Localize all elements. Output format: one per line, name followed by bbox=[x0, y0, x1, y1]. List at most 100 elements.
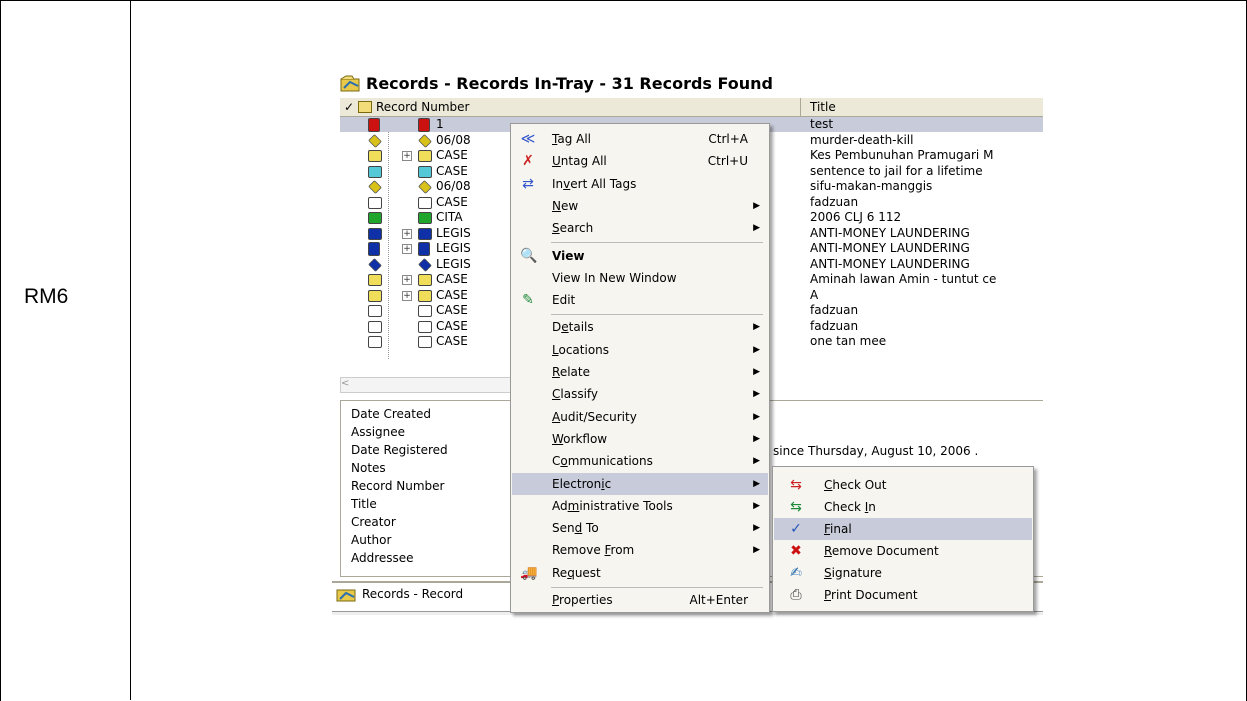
electronic-submenu: ⇆ Check Out ⇆ Check In ✓ Final ✖ Remove Documen… bbox=[772, 466, 1034, 612]
record-class-icon bbox=[418, 165, 432, 178]
submenu-arrow-icon: ▶ bbox=[753, 545, 760, 556]
menu-item-label: Final bbox=[824, 522, 852, 536]
menu-item-edit[interactable]: ✎ Edit bbox=[512, 289, 768, 311]
edit-icon: ✎ bbox=[522, 292, 534, 309]
submenu-arrow-icon: ▶ bbox=[753, 344, 760, 355]
record-number: CASE bbox=[436, 272, 468, 286]
menu-item-check-in[interactable]: ⇆ Check In bbox=[774, 496, 1032, 518]
expand-icon[interactable]: + bbox=[402, 290, 412, 301]
property-label[interactable]: Assignee bbox=[351, 425, 405, 439]
menu-item-tag-all[interactable]: ≪ Tag All Ctrl+A bbox=[512, 128, 768, 150]
record-class-icon bbox=[418, 336, 432, 348]
menu-item-workflow[interactable]: Workflow ▶ bbox=[512, 428, 768, 450]
submenu-arrow-icon: ▶ bbox=[753, 389, 760, 400]
menu-item-view[interactable]: 🔍 View bbox=[512, 245, 768, 267]
menu-item-label: Relate bbox=[552, 365, 590, 379]
print-document-icon: ⎙ bbox=[790, 587, 802, 603]
folder-column-icon bbox=[358, 101, 372, 113]
record-type-icon bbox=[368, 305, 382, 317]
property-label[interactable]: Addressee bbox=[351, 551, 414, 565]
submenu-arrow-icon: ▶ bbox=[753, 456, 760, 467]
expand-icon[interactable]: + bbox=[402, 151, 412, 161]
submenu-arrow-icon: ▶ bbox=[753, 500, 760, 511]
submenu-arrow-icon: ▶ bbox=[753, 433, 760, 444]
records-folder-icon bbox=[340, 74, 362, 92]
menu-item-details[interactable]: Details ▶ bbox=[512, 316, 768, 338]
property-label[interactable]: Author bbox=[351, 533, 391, 547]
column-header-title[interactable]: Title bbox=[810, 99, 836, 115]
menu-item-untag-all[interactable]: ✗ Untag All Ctrl+U bbox=[512, 150, 768, 172]
menu-item-electronic[interactable]: Electronic ▶ bbox=[512, 472, 768, 495]
menu-item-audit-security[interactable]: Audit/Security ▶ bbox=[512, 406, 768, 428]
menu-item-locations[interactable]: Locations ▶ bbox=[512, 339, 768, 361]
menu-item-search[interactable]: Search ▶ bbox=[512, 217, 768, 239]
taskbar-window-button[interactable]: Records - Record bbox=[362, 587, 463, 601]
record-type-icon bbox=[368, 212, 382, 224]
menu-item-label: Audit/Security bbox=[552, 409, 637, 424]
record-title: fadzuan bbox=[810, 194, 859, 209]
record-title: ANTI-MONEY LAUNDERING bbox=[810, 256, 970, 271]
submenu-arrow-icon: ▶ bbox=[753, 322, 760, 333]
record-title: Aminah lawan Amin - tuntut ce bbox=[810, 272, 997, 286]
expand-icon[interactable]: + bbox=[402, 244, 412, 254]
menu-separator bbox=[551, 586, 763, 588]
menu-separator bbox=[551, 313, 763, 315]
horizontal-scrollbar[interactable]: < bbox=[340, 377, 522, 393]
record-number: 06/08 bbox=[436, 132, 471, 147]
record-title: sentence to jail for a lifetime bbox=[810, 163, 983, 178]
menu-item-communications[interactable]: Communications ▶ bbox=[512, 450, 768, 472]
menu-item-properties[interactable]: Properties Alt+Enter bbox=[512, 589, 768, 611]
menu-item-label: Details bbox=[552, 320, 594, 335]
menu-item-invert-all-tags[interactable]: ⇄ Invert All Tags bbox=[512, 173, 768, 195]
menu-item-view-in-new-window[interactable]: View In New Window bbox=[512, 267, 768, 289]
record-title: fadzuan bbox=[810, 303, 859, 317]
expand-icon[interactable]: + bbox=[402, 275, 412, 285]
menu-item-remove-from[interactable]: Remove From ▶ bbox=[512, 539, 768, 561]
menu-item-check-out[interactable]: ⇆ Check Out bbox=[774, 474, 1032, 496]
menu-item-final[interactable]: ✓ Final bbox=[774, 518, 1032, 540]
menu-item-label: Locations bbox=[552, 342, 610, 357]
check-out-icon: ⇆ bbox=[790, 477, 802, 493]
record-number: 1 bbox=[436, 117, 444, 131]
column-header-record-number[interactable]: Record Number bbox=[376, 99, 469, 115]
menu-item-classify[interactable]: Classify ▶ bbox=[512, 383, 768, 405]
property-label[interactable]: Notes bbox=[351, 461, 386, 475]
property-label[interactable]: Creator bbox=[351, 515, 396, 529]
record-number: CASE bbox=[436, 287, 468, 302]
menu-item-label: Properties bbox=[552, 593, 613, 607]
menu-item-signature[interactable]: ✍ Signature bbox=[774, 562, 1032, 584]
menu-item-label: Signature bbox=[824, 566, 882, 580]
record-type-icon bbox=[368, 133, 382, 148]
record-title: A bbox=[810, 287, 819, 302]
submenu-arrow-icon: ▶ bbox=[753, 478, 760, 489]
menu-item-send-to[interactable]: Send To ▶ bbox=[512, 517, 768, 539]
record-type-icon bbox=[368, 320, 382, 333]
menu-item-label: Print Document bbox=[824, 588, 918, 602]
property-label[interactable]: Date Created bbox=[351, 407, 431, 421]
table-column-divider bbox=[130, 0, 131, 700]
menu-item-print-document[interactable]: ⎙ Print Document bbox=[774, 584, 1032, 606]
menu-item-new[interactable]: New ▶ bbox=[512, 195, 768, 217]
menu-item-label: View bbox=[552, 248, 585, 263]
record-title: sifu-makan-manggis bbox=[810, 179, 933, 193]
property-label[interactable]: Title bbox=[351, 497, 377, 511]
record-class-icon bbox=[418, 242, 430, 256]
tag-column-icon[interactable]: ✓ bbox=[344, 99, 354, 115]
menu-item-request[interactable]: 🚚 Request bbox=[512, 562, 768, 584]
menu-item-label: Send To bbox=[552, 521, 599, 536]
property-label[interactable]: Record Number bbox=[351, 479, 444, 493]
column-separator[interactable] bbox=[800, 98, 801, 116]
menu-item-label: Electronic bbox=[552, 476, 612, 491]
menu-separator bbox=[551, 242, 763, 243]
menu-item-administrative-tools[interactable]: Administrative Tools ▶ bbox=[512, 495, 768, 517]
menu-item-label: Communications bbox=[552, 454, 653, 469]
record-number: LEGIS bbox=[436, 225, 471, 240]
record-number: LEGIS bbox=[436, 241, 471, 255]
records-folder-icon bbox=[336, 586, 358, 602]
menu-item-remove-document[interactable]: ✖ Remove Document bbox=[774, 540, 1032, 562]
expand-icon[interactable]: + bbox=[402, 228, 412, 239]
property-label[interactable]: Date Registered bbox=[351, 443, 448, 457]
menu-item-label: Tag All bbox=[552, 132, 592, 146]
final-icon: ✓ bbox=[790, 521, 802, 537]
menu-item-relate[interactable]: Relate ▶ bbox=[512, 361, 768, 383]
